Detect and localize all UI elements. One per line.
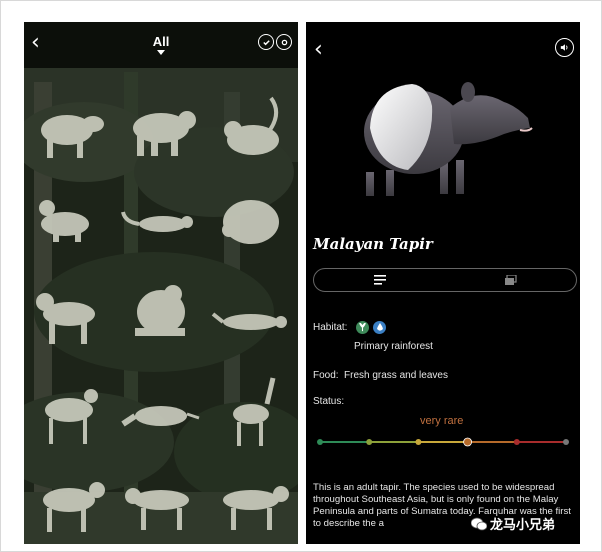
gallery-header: ‹ All <box>24 22 298 68</box>
chevron-left-icon[interactable]: ‹ <box>31 32 40 54</box>
header-actions <box>258 34 292 50</box>
scale-level-dot <box>513 439 520 445</box>
deer-silhouette-shape <box>45 389 98 444</box>
tapir-3d-model[interactable] <box>356 50 536 200</box>
gorilla-silhouette[interactable] <box>121 278 201 354</box>
view-toggle <box>313 268 577 292</box>
anteater-silhouette[interactable] <box>121 374 201 450</box>
leopard-silhouette-shape <box>223 486 289 530</box>
animal-gallery-screen: ‹ All <box>24 22 298 544</box>
porcupine-silhouette-shape <box>222 200 279 244</box>
speaker-icon[interactable] <box>555 38 574 57</box>
pangolin-silhouette-shape <box>39 200 89 242</box>
animal-grid <box>24 82 298 542</box>
cat-silhouette[interactable] <box>29 278 109 354</box>
weasel-silhouette[interactable] <box>121 182 201 258</box>
anteater-silhouette-shape <box>121 406 200 427</box>
habitat-value: Primary rainforest <box>354 341 433 352</box>
cat-silhouette-shape <box>36 293 95 344</box>
food-label: Food: <box>313 370 339 381</box>
bear-silhouette[interactable] <box>121 94 201 170</box>
wildcat-silhouette-shape <box>125 488 189 530</box>
bear-silhouette-shape <box>133 111 196 156</box>
scale-level-dot <box>317 439 323 445</box>
pangolin-silhouette[interactable] <box>29 182 109 258</box>
food-value: Fresh grass and leaves <box>344 370 448 381</box>
cards-icon <box>504 275 517 285</box>
wechat-logo-icon <box>471 517 487 530</box>
text-view-tab[interactable] <box>314 269 445 291</box>
conservation-status-scale <box>317 437 569 447</box>
animal-name: Malayan Tapir <box>313 235 433 253</box>
gorilla-silhouette-shape <box>135 285 185 336</box>
civet-silhouette[interactable] <box>211 278 291 354</box>
rodent-silhouette[interactable] <box>211 94 291 170</box>
scale-level-dot <box>366 439 373 445</box>
plant-icon <box>356 321 369 334</box>
dog-silhouette[interactable] <box>29 466 109 542</box>
leopard-silhouette[interactable] <box>211 466 291 542</box>
water-drop-icon <box>373 321 386 334</box>
caret-down-icon[interactable] <box>157 50 165 55</box>
screenshot-frame: ‹ All ‹ Malayan Tapir Habitat: Primary r… <box>0 0 602 552</box>
tapir-silhouette-shape <box>41 115 104 158</box>
wildcat-silhouette[interactable] <box>121 466 201 542</box>
rodent-silhouette-shape <box>224 96 279 155</box>
habitat-label: Habitat: <box>313 322 348 333</box>
weasel-silhouette-shape <box>121 211 193 232</box>
animal-detail-screen: ‹ Malayan Tapir Habitat: Primary rainfor… <box>306 22 580 544</box>
dog-silhouette-shape <box>43 482 105 532</box>
text-lines-icon <box>373 275 386 285</box>
cards-view-tab[interactable] <box>445 269 576 291</box>
scale-level-dot <box>415 439 422 445</box>
porcupine-silhouette[interactable] <box>211 182 291 258</box>
tapir-silhouette[interactable] <box>29 94 109 170</box>
scale-level-dot <box>563 439 569 445</box>
check-circle-icon[interactable] <box>258 34 274 50</box>
antelope-silhouette-shape <box>233 377 276 446</box>
watermark: 龙马小兄弟 <box>471 514 555 533</box>
civet-silhouette-shape <box>211 312 287 330</box>
antelope-silhouette[interactable] <box>211 374 291 450</box>
filter-dropdown[interactable]: All <box>136 34 186 49</box>
watermark-text: 龙马小兄弟 <box>490 517 556 532</box>
deer-silhouette[interactable] <box>29 374 109 450</box>
status-value: very rare <box>420 415 464 427</box>
status-label: Status: <box>313 396 345 407</box>
chevron-left-icon[interactable]: ‹ <box>314 39 323 61</box>
scale-level-dot <box>463 437 473 447</box>
swap-circle-icon[interactable] <box>276 34 292 50</box>
